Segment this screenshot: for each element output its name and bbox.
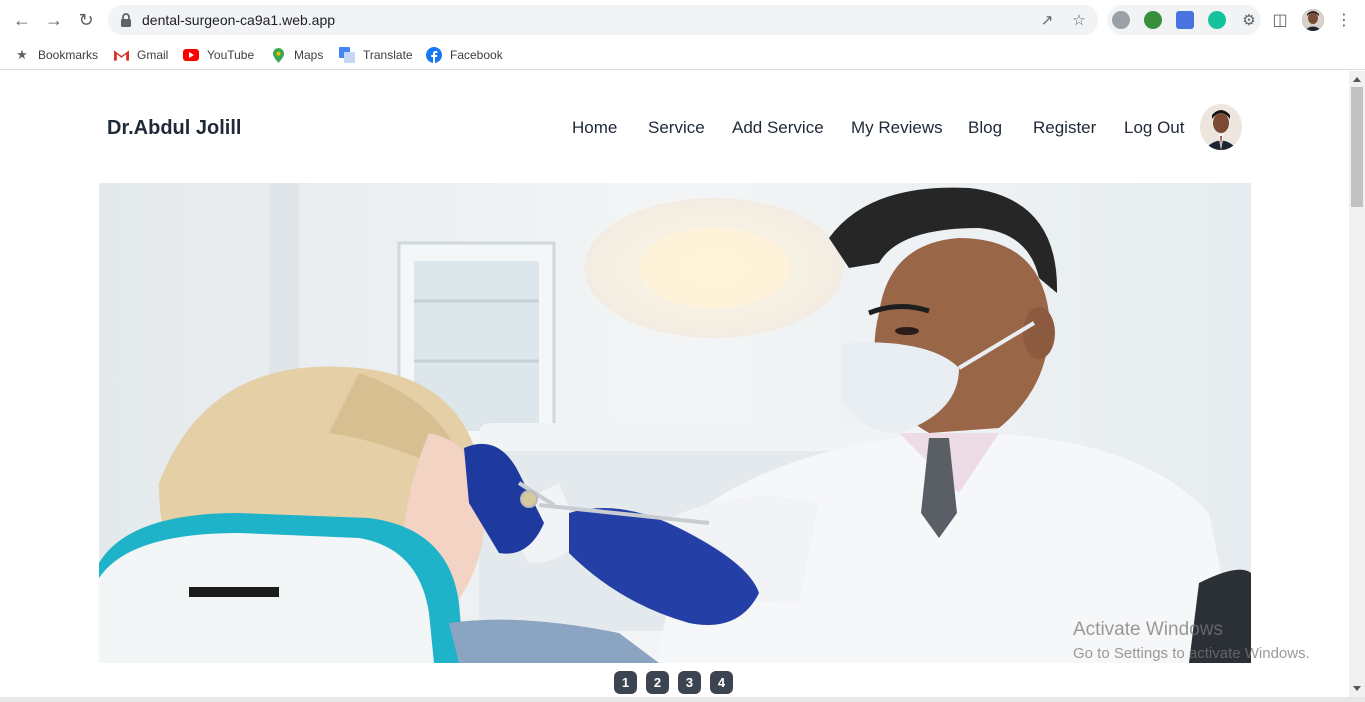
star-icon: ★ [16, 47, 28, 62]
nav-my-reviews[interactable]: My Reviews [851, 118, 943, 138]
forward-arrow-icon[interactable]: → [42, 8, 66, 32]
watermark-subtitle: Go to Settings to activate Windows. [1073, 645, 1310, 662]
page-viewport: Dr.Abdul Jolill Home Service Add Service… [0, 71, 1349, 697]
reload-icon[interactable]: ↻ [74, 8, 98, 32]
nav-add-service[interactable]: Add Service [732, 118, 824, 138]
bookmark-label: Maps [294, 48, 324, 62]
bookmark-item[interactable]: Translate [339, 44, 413, 66]
extensions-area: ⚙ [1107, 5, 1261, 35]
browser-toolbar: ← → ↻ dental-surgeon-ca9a1.web.app ↗ ☆ ⚙… [0, 0, 1365, 40]
bookmarks-bar: ★ Bookmarks Gmail YouTube Maps Translate… [0, 40, 1365, 70]
scroll-up-icon[interactable] [1353, 77, 1361, 82]
carousel-page-button[interactable]: 4 [710, 671, 733, 694]
menu-kebab-icon[interactable]: ⋮ [1334, 10, 1354, 30]
address-bar[interactable]: dental-surgeon-ca9a1.web.app ↗ ☆ [108, 5, 1098, 35]
extension-1-icon[interactable] [1112, 11, 1130, 29]
share-icon[interactable]: ↗ [1038, 11, 1056, 29]
bookmark-item[interactable]: YouTube [183, 44, 254, 66]
translate-extension-icon[interactable] [1176, 11, 1194, 29]
carousel-page-button[interactable]: 2 [646, 671, 669, 694]
back-arrow-icon[interactable]: ← [10, 8, 34, 32]
youtube-icon [183, 47, 199, 63]
bookmark-label: Gmail [137, 48, 169, 62]
url-text[interactable]: dental-surgeon-ca9a1.web.app [142, 12, 335, 28]
bookmark-item[interactable]: ★ Bookmarks [14, 44, 98, 66]
side-panel-icon[interactable]: ◫ [1270, 10, 1290, 30]
nav-home[interactable]: Home [572, 118, 617, 138]
facebook-icon [426, 47, 442, 63]
user-avatar[interactable] [1200, 104, 1242, 150]
bookmark-item[interactable]: Gmail [113, 44, 168, 66]
bookmark-label: YouTube [207, 48, 255, 62]
extension-2-icon[interactable] [1144, 11, 1162, 29]
activate-windows-watermark: Activate Windows Go to Settings to activ… [1073, 619, 1310, 662]
bookmark-label: Translate [363, 48, 413, 62]
nav-log-out[interactable]: Log Out [1124, 118, 1185, 138]
carousel-page-button[interactable]: 3 [678, 671, 701, 694]
hero-carousel-image [99, 183, 1251, 663]
grammarly-icon[interactable] [1208, 11, 1226, 29]
lock-icon [121, 13, 131, 27]
page-scrollbar[interactable] [1349, 71, 1365, 697]
puzzle-icon[interactable]: ⚙ [1240, 11, 1258, 29]
dentist-treating-patient-image [99, 183, 1251, 663]
bookmark-item[interactable]: Facebook [426, 44, 503, 66]
bookmark-label: Bookmarks [38, 48, 99, 62]
nav-blog[interactable]: Blog [968, 118, 1002, 138]
maps-icon [270, 47, 286, 63]
site-brand[interactable]: Dr.Abdul Jolill [107, 117, 241, 140]
bookmark-label: Facebook [450, 48, 503, 62]
carousel-pagination: 1 2 3 4 [614, 671, 733, 694]
nav-service[interactable]: Service [648, 118, 705, 138]
watermark-title: Activate Windows [1073, 619, 1223, 640]
scroll-thumb[interactable] [1351, 87, 1363, 207]
carousel-page-button[interactable]: 1 [614, 671, 637, 694]
translate-icon [339, 47, 355, 63]
scroll-down-icon[interactable] [1353, 686, 1361, 691]
gmail-icon [113, 47, 129, 63]
nav-register[interactable]: Register [1033, 118, 1096, 138]
bookmark-star-icon[interactable]: ☆ [1070, 11, 1088, 29]
bookmark-item[interactable]: Maps [270, 44, 323, 66]
taskbar-edge [0, 697, 1365, 702]
profile-avatar-icon[interactable] [1302, 9, 1324, 31]
